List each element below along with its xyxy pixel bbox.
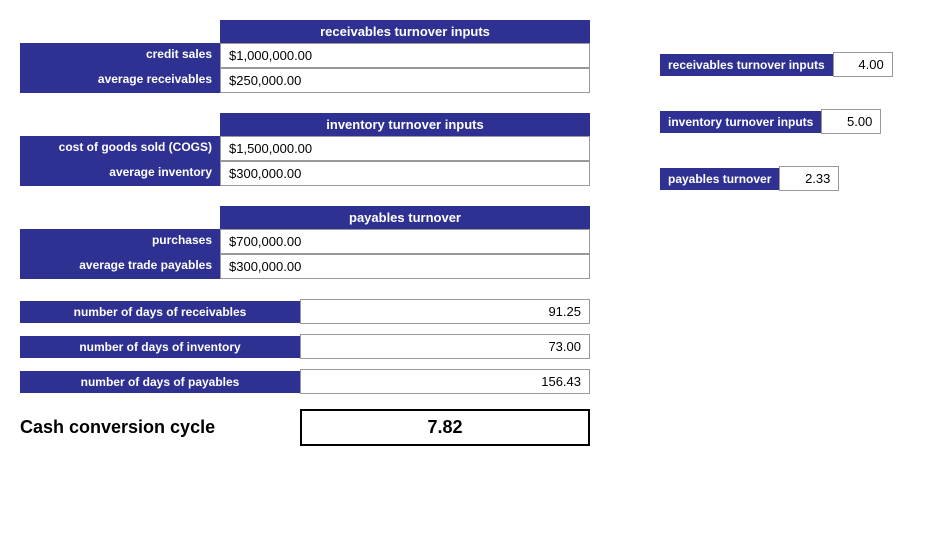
payables-result-value: 2.33 [779, 166, 839, 191]
inventory-result-group: inventory turnover inputs 5.00 [660, 109, 893, 134]
average-inventory-row: average inventory $300,000.00 [20, 161, 600, 186]
inventory-header: inventory turnover inputs [220, 113, 590, 136]
purchases-value[interactable]: $700,000.00 [220, 229, 590, 254]
days-receivables-row: number of days of receivables 91.25 [20, 299, 600, 324]
receivables-result-value: 4.00 [833, 52, 893, 77]
receivables-header: receivables turnover inputs [220, 20, 590, 43]
left-section: receivables turnover inputs credit sales… [20, 20, 600, 446]
receivables-result-row: receivables turnover inputs 4.00 [660, 52, 893, 77]
payables-result-group: payables turnover 2.33 [660, 166, 893, 191]
days-inventory-row: number of days of inventory 73.00 [20, 334, 600, 359]
average-receivables-value[interactable]: $250,000.00 [220, 68, 590, 93]
credit-sales-row: credit sales $1,000,000.00 [20, 43, 600, 68]
payables-input-group: payables turnover purchases $700,000.00 … [20, 206, 600, 279]
average-inventory-value[interactable]: $300,000.00 [220, 161, 590, 186]
days-payables-value: 156.43 [300, 369, 590, 394]
inventory-result-row: inventory turnover inputs 5.00 [660, 109, 893, 134]
ccc-label: Cash conversion cycle [20, 413, 300, 442]
days-receivables-label: number of days of receivables [20, 301, 300, 323]
receivables-result-label: receivables turnover inputs [660, 54, 833, 76]
average-receivables-label: average receivables [20, 68, 220, 93]
cogs-value[interactable]: $1,500,000.00 [220, 136, 590, 161]
days-payables-row: number of days of payables 156.43 [20, 369, 600, 394]
days-receivables-value: 91.25 [300, 299, 590, 324]
average-inventory-label: average inventory [20, 161, 220, 186]
main-container: receivables turnover inputs credit sales… [20, 20, 929, 446]
right-section: receivables turnover inputs 4.00 invento… [660, 20, 893, 446]
average-payables-label: average trade payables [20, 254, 220, 279]
average-receivables-row: average receivables $250,000.00 [20, 68, 600, 93]
days-payables-label: number of days of payables [20, 371, 300, 393]
average-payables-value[interactable]: $300,000.00 [220, 254, 590, 279]
days-inventory-label: number of days of inventory [20, 336, 300, 358]
ccc-value: 7.82 [300, 409, 590, 446]
payables-header: payables turnover [220, 206, 590, 229]
payables-result-row: payables turnover 2.33 [660, 166, 893, 191]
receivables-input-group: receivables turnover inputs credit sales… [20, 20, 600, 93]
credit-sales-label: credit sales [20, 43, 220, 68]
days-section: number of days of receivables 91.25 numb… [20, 299, 600, 394]
credit-sales-value[interactable]: $1,000,000.00 [220, 43, 590, 68]
purchases-row: purchases $700,000.00 [20, 229, 600, 254]
receivables-result-group: receivables turnover inputs 4.00 [660, 52, 893, 77]
inventory-input-group: inventory turnover inputs cost of goods … [20, 113, 600, 186]
cogs-label: cost of goods sold (COGS) [20, 136, 220, 161]
payables-result-label: payables turnover [660, 168, 779, 190]
purchases-label: purchases [20, 229, 220, 254]
average-payables-row: average trade payables $300,000.00 [20, 254, 600, 279]
cogs-row: cost of goods sold (COGS) $1,500,000.00 [20, 136, 600, 161]
ccc-section: Cash conversion cycle 7.82 [20, 409, 600, 446]
days-inventory-value: 73.00 [300, 334, 590, 359]
inventory-result-label: inventory turnover inputs [660, 111, 821, 133]
inventory-result-value: 5.00 [821, 109, 881, 134]
